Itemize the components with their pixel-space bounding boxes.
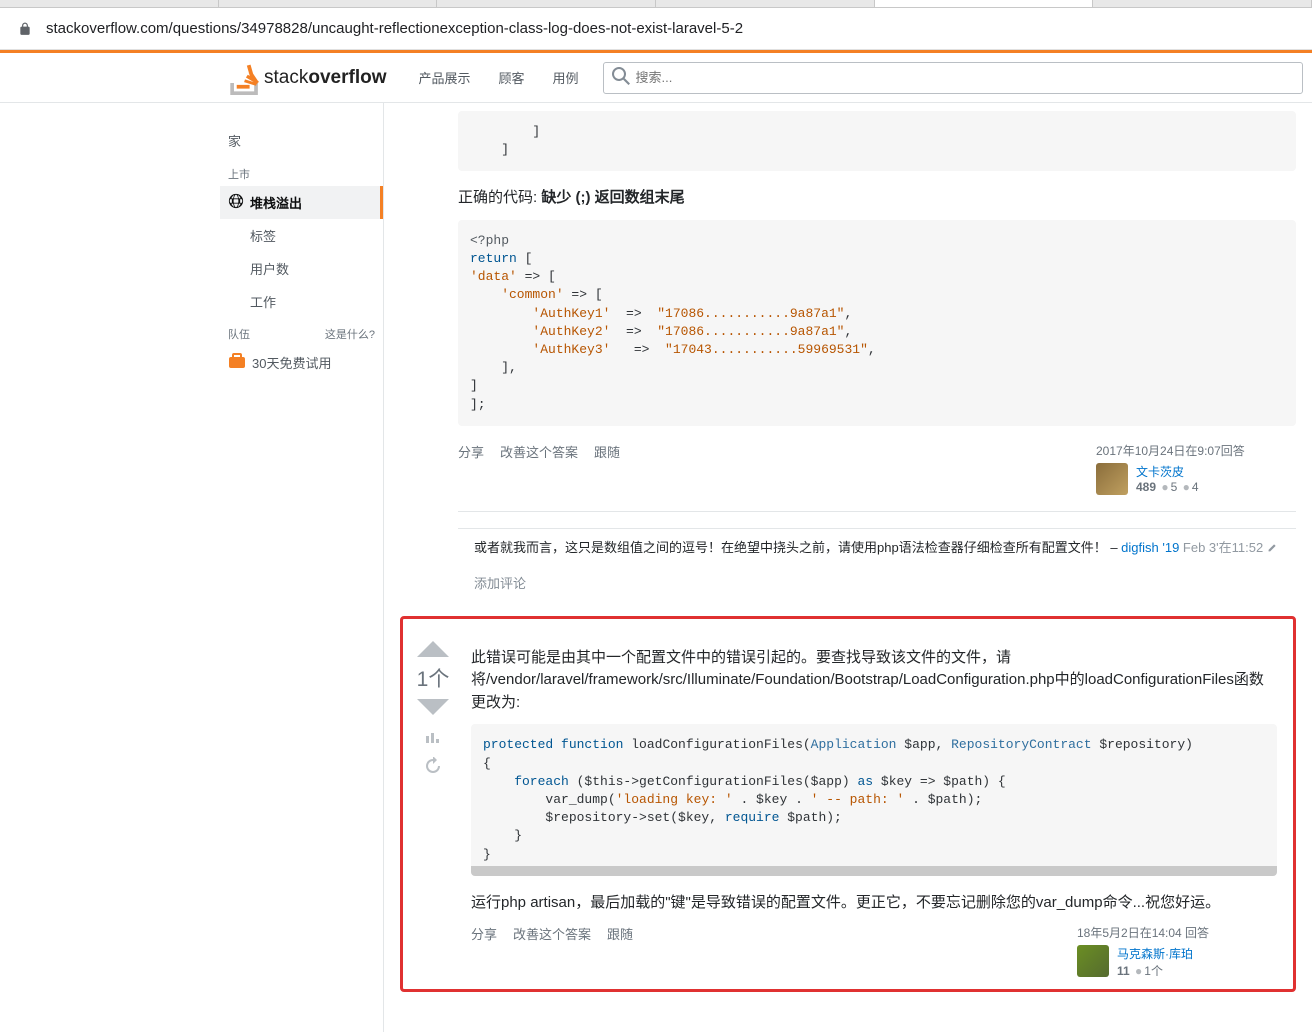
answer-para-2: 运行php artisan，最后加载的"键"是导致错误的配置文件。更正它，不要忘…: [471, 892, 1277, 915]
code-block-top: ] ]: [458, 111, 1296, 171]
browser-tabs: [0, 0, 1312, 8]
comment-author[interactable]: digfish '19: [1121, 540, 1179, 555]
vote-count: 1个: [417, 663, 450, 693]
globe-icon: [228, 193, 250, 212]
sidebar-stackoverflow[interactable]: 堆栈溢出: [220, 186, 383, 219]
browser-tab[interactable]: [219, 0, 438, 7]
logo-icon: [230, 61, 260, 95]
url-text[interactable]: stackoverflow.com/questions/34978828/unc…: [46, 20, 743, 37]
highlighted-answer: 1个 此错误可能是由其中一个配置文件中的错误引起的。要查找导致该文件的文件，请将…: [400, 616, 1296, 992]
lock-icon: [18, 22, 32, 36]
browser-tab[interactable]: [656, 0, 875, 7]
url-bar: stackoverflow.com/questions/34978828/unc…: [0, 8, 1312, 50]
nav-usecases[interactable]: 用例: [539, 68, 593, 87]
logo[interactable]: stackoverflow: [230, 61, 386, 95]
user-name[interactable]: 文卡茨皮: [1136, 463, 1199, 480]
search-box[interactable]: [603, 62, 1303, 94]
browser-tab[interactable]: [437, 0, 656, 7]
sidebar-trial[interactable]: 30天免费试用: [220, 346, 383, 379]
sidebar-what[interactable]: 这是什么?: [325, 326, 375, 342]
avatar[interactable]: [1077, 945, 1109, 977]
correct-code-para: 正确的代码: 缺少 (;) 返回数组末尾: [458, 187, 1296, 210]
downvote-button[interactable]: [415, 697, 451, 719]
edit-link[interactable]: 改善这个答案: [500, 442, 578, 461]
user-stats-2: 11 ●1个: [1117, 962, 1193, 979]
nav-customers[interactable]: 顾客: [485, 68, 539, 87]
answer-time-2: 18年5月2日在14:04 回答: [1077, 924, 1277, 941]
search-icon: [612, 67, 636, 88]
answer-time: 2017年10月24日在9:07回答: [1096, 442, 1296, 459]
nav-products[interactable]: 产品展示: [404, 68, 484, 87]
answer-author-card: 2017年10月24日在9:07回答 文卡茨皮 489 ●5 ●4: [1096, 442, 1296, 495]
answer-author-card-2: 18年5月2日在14:04 回答 马克森斯·库珀 11 ●1个: [1077, 924, 1277, 979]
sidebar-home[interactable]: 家: [220, 127, 383, 158]
separator: [458, 511, 1296, 512]
post-menu-2: 分享 改善这个答案 跟随: [471, 924, 1077, 943]
share-link-2[interactable]: 分享: [471, 924, 497, 943]
sidebar: 家 上市 堆栈溢出 标签 用户数 工作 队伍 这是什么? 30天免费试用: [220, 103, 384, 1032]
browser-tab[interactable]: [1093, 0, 1312, 7]
user-name-2[interactable]: 马克森斯·库珀: [1117, 945, 1193, 962]
sidebar-jobs[interactable]: 工作: [220, 285, 383, 318]
history-icon[interactable]: [424, 757, 442, 775]
pencil-icon: [1267, 540, 1278, 555]
briefcase-icon: [228, 352, 252, 373]
sidebar-teams-head: 队伍 这是什么?: [220, 318, 383, 346]
browser-tab[interactable]: [0, 0, 219, 7]
upvote-button[interactable]: [415, 637, 451, 659]
follow-link-2[interactable]: 跟随: [607, 924, 633, 943]
avatar[interactable]: [1096, 463, 1128, 495]
code-block-correct: <?php return [ 'data' => [ 'common' => […: [458, 220, 1296, 426]
add-comment-link[interactable]: 添加评论: [458, 565, 1296, 600]
answer-para-1: 此错误可能是由其中一个配置文件中的错误引起的。要查找导致该文件的文件，请将/ve…: [471, 647, 1277, 715]
sidebar-users[interactable]: 用户数: [220, 252, 383, 285]
sidebar-tags[interactable]: 标签: [220, 219, 383, 252]
browser-tab-active[interactable]: [875, 0, 1094, 7]
sidebar-public-head: 上市: [220, 158, 383, 186]
share-link[interactable]: 分享: [458, 442, 484, 461]
post-menu: 分享 改善这个答案 跟随: [458, 442, 1096, 461]
logo-text: stackoverflow: [264, 67, 386, 89]
vote-controls: 1个: [411, 637, 455, 979]
follow-link[interactable]: 跟随: [594, 442, 620, 461]
comment: 或者就我而言，这只是数组值之间的逗号！在绝望中挠头之前，请使用php语法检查器仔…: [458, 528, 1296, 565]
user-stats: 489 ●5 ●4: [1136, 480, 1199, 494]
activity-icon[interactable]: [424, 729, 442, 747]
main-content: ] ] 正确的代码: 缺少 (;) 返回数组末尾 <?php return [ …: [384, 103, 1312, 1032]
search-input[interactable]: [636, 70, 1294, 85]
code-block-load: protected function loadConfigurationFile…: [471, 724, 1277, 875]
edit-link-2[interactable]: 改善这个答案: [513, 924, 591, 943]
site-header: stackoverflow 产品展示 顾客 用例: [0, 53, 1312, 103]
